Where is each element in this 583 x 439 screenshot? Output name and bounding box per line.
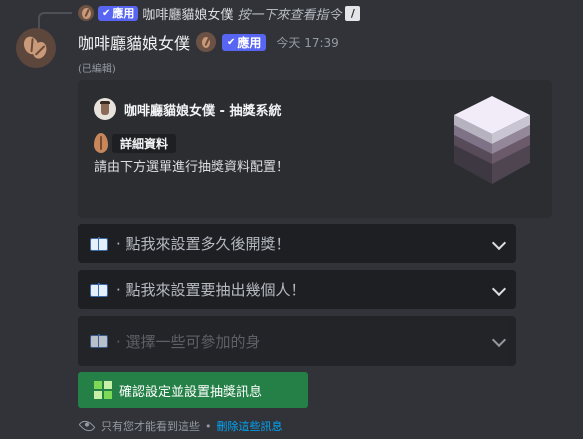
chevron-down-icon bbox=[491, 281, 507, 296]
reply-app-tag-label: 應用 bbox=[112, 7, 135, 20]
select-eligible-roles-placeholder: · 選擇一些可參加的身 bbox=[116, 332, 261, 351]
bot-username[interactable]: 咖啡廳貓娘女僕 bbox=[78, 30, 190, 54]
embed-field-name: 詳細資料 bbox=[112, 133, 177, 153]
coffee-cup-icon bbox=[94, 98, 116, 120]
separator: • bbox=[205, 419, 212, 433]
reply-app-tag: ✔ 應用 bbox=[98, 5, 139, 21]
check-icon: ✔ bbox=[102, 7, 111, 19]
chevron-down-icon bbox=[491, 332, 507, 348]
reply-avatar[interactable] bbox=[78, 5, 94, 21]
select-eligible-roles[interactable]: · 選擇一些可參加的身 bbox=[78, 316, 516, 366]
reply-command-hint[interactable]: 按一下來查看指令 bbox=[237, 4, 341, 23]
embed-description: 請由下方選單進行抽獎資料配置！ bbox=[94, 160, 290, 175]
slash-command-icon[interactable]: / bbox=[345, 5, 361, 21]
check-icon: ✔ bbox=[227, 36, 236, 48]
embed-field: 詳細資料 bbox=[94, 133, 177, 153]
stacked-layers-cube-icon[interactable] bbox=[450, 94, 534, 188]
select-winner-count-placeholder: · 點我來設置要抽出幾個人！ bbox=[116, 281, 306, 299]
reply-username[interactable]: 咖啡廳貓娘女僕 bbox=[142, 4, 233, 23]
open-book-icon bbox=[90, 236, 108, 251]
confirm-settings-label: 確認設定並設置抽獎訊息 bbox=[119, 384, 263, 400]
select-winner-count[interactable]: · 點我來設置要抽出幾個人！ bbox=[78, 270, 516, 309]
coffee-bean-badge-icon bbox=[196, 32, 217, 52]
ephemeral-text: 只有您才能看到這些 bbox=[101, 420, 200, 433]
bot-avatar[interactable] bbox=[16, 28, 56, 68]
dismiss-message-link[interactable]: 刪除這些訊息 bbox=[217, 418, 283, 434]
chevron-down-icon bbox=[491, 235, 507, 250]
app-tag: ✔ 應用 bbox=[222, 33, 267, 51]
timestamp[interactable]: 今天 17:39 bbox=[276, 34, 338, 51]
message-header: 咖啡廳貓娘女僕 ✔ 應用 今天 17:39 bbox=[78, 30, 339, 54]
confirm-settings-button[interactable]: 確認設定並設置抽獎訊息 bbox=[78, 372, 308, 408]
embed-card: 咖啡廳貓娘女僕 - 抽獎系統 詳細資料 請由下方選單進行抽獎資料配置！ bbox=[78, 80, 552, 218]
open-book-icon bbox=[90, 282, 108, 297]
eye-icon bbox=[78, 417, 96, 435]
open-book-icon bbox=[90, 334, 108, 348]
app-tag-label: 應用 bbox=[237, 35, 262, 50]
green-grid-icon bbox=[94, 381, 112, 399]
embed-author-name: 咖啡廳貓娘女僕 - 抽獎系統 bbox=[124, 103, 282, 119]
select-draw-time-placeholder: · 點我來設置多久後開獎！ bbox=[116, 235, 291, 253]
reply-reference[interactable]: ✔ 應用 咖啡廳貓娘女僕 按一下來查看指令 / bbox=[78, 3, 361, 23]
embed-author: 咖啡廳貓娘女僕 - 抽獎系統 bbox=[94, 98, 281, 120]
select-draw-time[interactable]: · 點我來設置多久後開獎！ bbox=[78, 224, 516, 263]
ephemeral-notice: 只有您才能看到這些 • 刪除這些訊息 bbox=[78, 417, 283, 435]
edited-label: (已編輯) bbox=[78, 64, 116, 75]
coffee-bean-icon bbox=[94, 133, 108, 153]
